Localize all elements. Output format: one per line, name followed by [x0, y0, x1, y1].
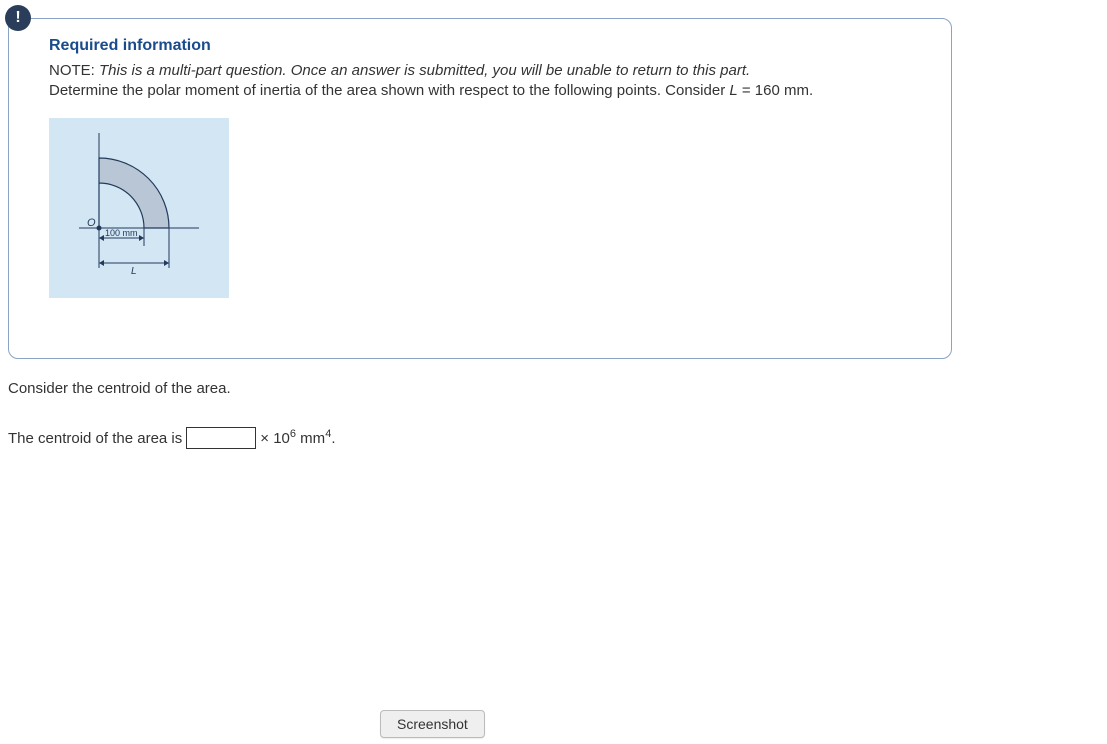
prompt-text: Consider the centroid of the area.: [8, 380, 952, 397]
note-italic: This is a multi-part question. Once an a…: [99, 62, 750, 79]
inner-arrow-r: [139, 235, 144, 241]
info-icon-label: !: [15, 9, 20, 27]
note-line: NOTE: This is a multi-part question. Onc…: [49, 61, 921, 102]
annulus-shape: [99, 158, 169, 228]
unit-wrap: × 106 mm4.: [260, 428, 335, 447]
answer-line: The centroid of the area is × 106 mm4.: [8, 427, 952, 449]
card-title: Required information: [49, 37, 921, 55]
outer-arrow-r: [164, 260, 169, 266]
outer-arrow-l: [99, 260, 104, 266]
answer-pre: The centroid of the area is: [8, 430, 182, 447]
note-prefix: NOTE:: [49, 62, 99, 79]
outer-dim-label: L: [131, 266, 137, 277]
origin-label: O: [87, 217, 96, 229]
figure-diagram: O 100 mm L: [49, 118, 229, 298]
origin-dot: [97, 225, 102, 230]
unit-period: .: [331, 430, 335, 447]
instruction-post: = 160 mm.: [738, 82, 813, 99]
info-icon[interactable]: !: [5, 5, 31, 31]
instruction-pre: Determine the polar moment of inertia of…: [49, 82, 729, 99]
inner-dim-label: 100 mm: [105, 228, 138, 238]
unit-mult: × 10: [260, 430, 290, 447]
required-info-card: Required information NOTE: This is a mul…: [8, 18, 952, 359]
unit-mm: mm: [296, 430, 325, 447]
l-variable: L: [729, 82, 737, 99]
screenshot-button[interactable]: Screenshot: [380, 710, 485, 738]
question-area: Consider the centroid of the area. The c…: [8, 380, 952, 449]
answer-input[interactable]: [186, 427, 256, 449]
inner-arrow-l: [99, 235, 104, 241]
figure-svg: O 100 mm L: [49, 118, 229, 298]
